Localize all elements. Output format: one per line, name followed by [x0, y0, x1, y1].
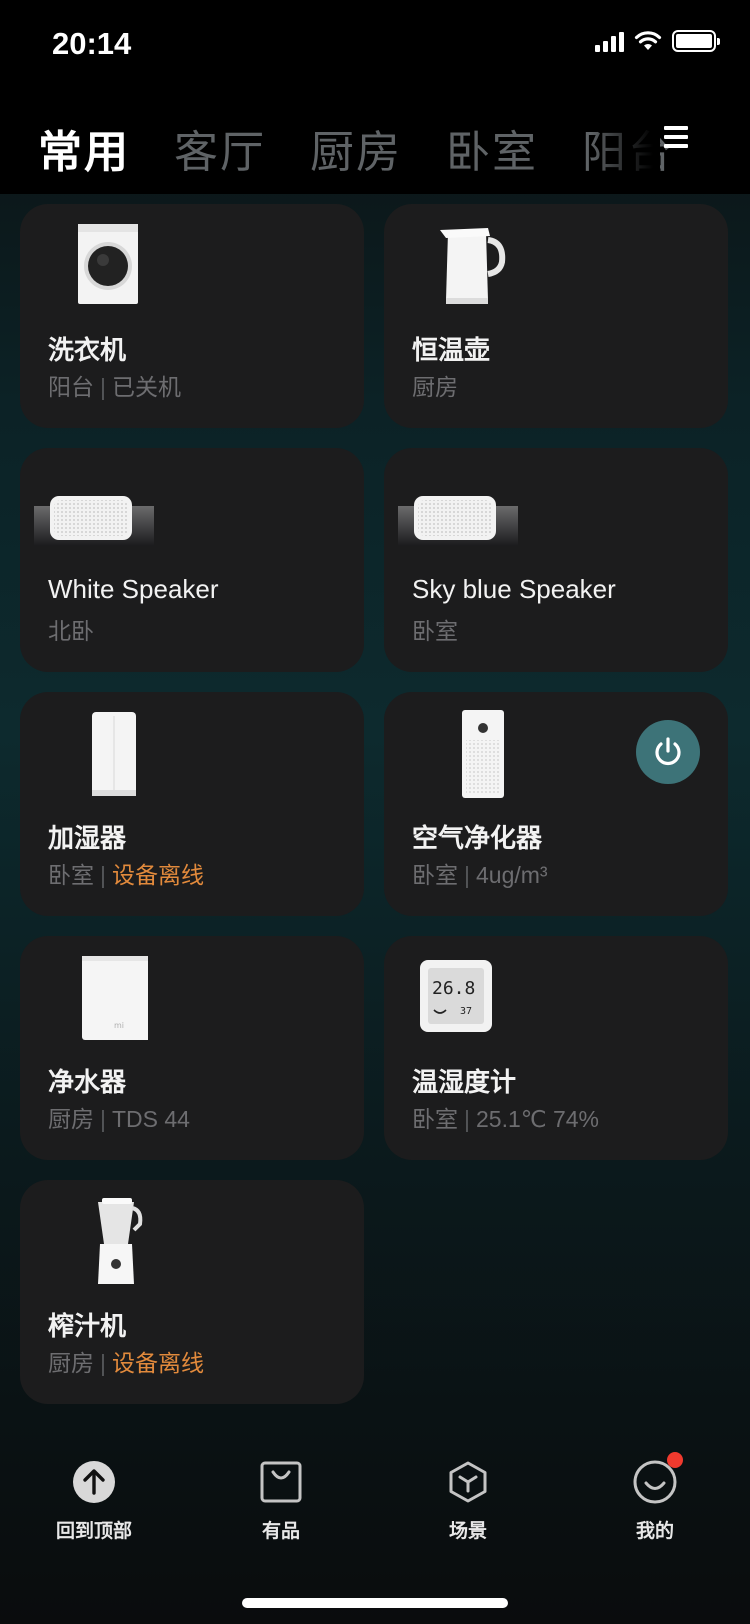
water-purifier-icon: mi [82, 956, 148, 1040]
nav-back-to-top[interactable]: 回到顶部 [34, 1460, 154, 1543]
notification-badge [667, 1452, 683, 1468]
home-indicator[interactable] [242, 1598, 508, 1608]
device-card-thermo-hygrometer[interactable]: 26.8 37 温湿度计 卧室 | 25.1℃ 74% [384, 936, 728, 1160]
device-status: 已关机 [111, 374, 181, 400]
device-card-air-purifier[interactable]: 空气净化器 卧室 | 4ug/m³ [384, 692, 728, 916]
power-icon [655, 737, 681, 766]
nav-label: 回到顶部 [55, 1521, 132, 1542]
shopping-bag-icon [259, 1460, 303, 1504]
device-subtitle: 卧室 | 4ug/m³ [412, 862, 548, 888]
nav-label: 有品 [261, 1521, 300, 1542]
wifi-icon [634, 31, 662, 50]
device-room: 厨房 [412, 374, 458, 400]
nav-profile[interactable]: 我的 [595, 1452, 715, 1543]
device-card-sky-blue-speaker[interactable]: Sky blue Speaker 卧室 [384, 448, 728, 672]
device-status: 25.1℃ 74% [475, 1106, 600, 1132]
device-card-kettle[interactable]: 恒温壶 厨房 [384, 204, 728, 428]
nav-scenes[interactable]: 场景 [408, 1460, 528, 1543]
room-tabs: 常用 客厅 厨房 卧室 阳台 [38, 116, 674, 180]
device-room: 厨房 [48, 1106, 94, 1132]
device-status-offline: 设备离线 [111, 1350, 204, 1376]
speaker-icon [398, 496, 518, 546]
device-room: 卧室 [412, 618, 458, 644]
device-room: 卧室 [412, 862, 458, 888]
device-card-blender[interactable]: 榨汁机 厨房 | 设备离线 [20, 1180, 364, 1404]
device-room: 厨房 [48, 1350, 94, 1376]
device-subtitle: 厨房 | 设备离线 [48, 1350, 204, 1376]
room-tabs-bar: 常用 客厅 厨房 卧室 阳台 [0, 90, 750, 194]
device-room: 北卧 [48, 618, 94, 644]
device-name: 恒温壶 [412, 335, 491, 365]
tab-favorites[interactable]: 常用 [38, 116, 130, 180]
status-bar: 20:14 [0, 0, 750, 90]
status-time: 20:14 [52, 26, 132, 61]
device-card-water-purifier[interactable]: mi 净水器 厨房 | TDS 44 [20, 936, 364, 1160]
nav-label: 场景 [448, 1521, 487, 1542]
blender-icon [98, 1198, 143, 1284]
device-subtitle: 厨房 | TDS 44 [48, 1106, 190, 1132]
tab-kitchen[interactable]: 厨房 [310, 116, 402, 180]
washing-machine-icon [78, 224, 138, 304]
nav-label: 我的 [635, 1521, 674, 1542]
device-card-humidifier[interactable]: 加湿器 卧室 | 设备离线 [20, 692, 364, 916]
device-name: 温湿度计 [412, 1067, 517, 1097]
status-icons [595, 30, 720, 52]
air-purifier-icon [462, 710, 504, 798]
device-status: 4ug/m³ [475, 862, 548, 888]
tab-bedroom[interactable]: 卧室 [446, 116, 538, 180]
device-name: 空气净化器 [412, 823, 543, 853]
device-subtitle: 厨房 [412, 368, 458, 402]
device-name: 净水器 [48, 1067, 127, 1097]
device-room: 阳台 [48, 374, 94, 400]
device-name: Sky blue Speaker [412, 574, 616, 604]
device-subtitle: 卧室 | 25.1℃ 74% [412, 1106, 600, 1132]
smile-face-icon [633, 1452, 683, 1504]
device-name: 加湿器 [48, 823, 127, 853]
humidifier-icon [92, 712, 136, 796]
device-status-offline: 设备离线 [111, 862, 204, 888]
thermometer-humidity-readout: 37 [460, 1006, 472, 1017]
device-card-white-speaker[interactable]: White Speaker 北卧 [20, 448, 364, 672]
cellular-signal-icon [595, 30, 624, 52]
battery-icon [672, 30, 720, 52]
menu-icon[interactable] [664, 126, 688, 150]
arrow-up-circle-icon [72, 1460, 116, 1504]
device-subtitle: 阳台 | 已关机 [48, 374, 181, 400]
device-card-washing-machine[interactable]: 洗衣机 阳台 | 已关机 [20, 204, 364, 428]
thermometer-temp-readout: 26.8 [432, 978, 475, 999]
nav-youpin[interactable]: 有品 [221, 1460, 341, 1543]
device-status: TDS 44 [111, 1106, 190, 1132]
device-room: 卧室 [48, 862, 94, 888]
speaker-icon [34, 496, 154, 546]
bottom-nav: 回到顶部 有品 场景 我的 [0, 1430, 750, 1560]
device-subtitle: 北卧 [48, 612, 94, 646]
device-subtitle: 卧室 | 设备离线 [48, 862, 204, 888]
device-room: 卧室 [412, 1106, 458, 1132]
kettle-icon [440, 228, 506, 304]
device-name: 榨汁机 [48, 1311, 127, 1341]
power-toggle-button[interactable] [636, 720, 700, 784]
svg-text:mi: mi [114, 1021, 124, 1030]
device-subtitle: 卧室 [412, 612, 458, 646]
tabs-fade-overlay [590, 90, 660, 194]
thermo-hygrometer-icon: 26.8 37 [420, 960, 492, 1032]
device-name: White Speaker [48, 574, 219, 604]
tab-living-room[interactable]: 客厅 [174, 116, 266, 180]
cube-icon [446, 1460, 490, 1504]
device-name: 洗衣机 [48, 335, 127, 365]
